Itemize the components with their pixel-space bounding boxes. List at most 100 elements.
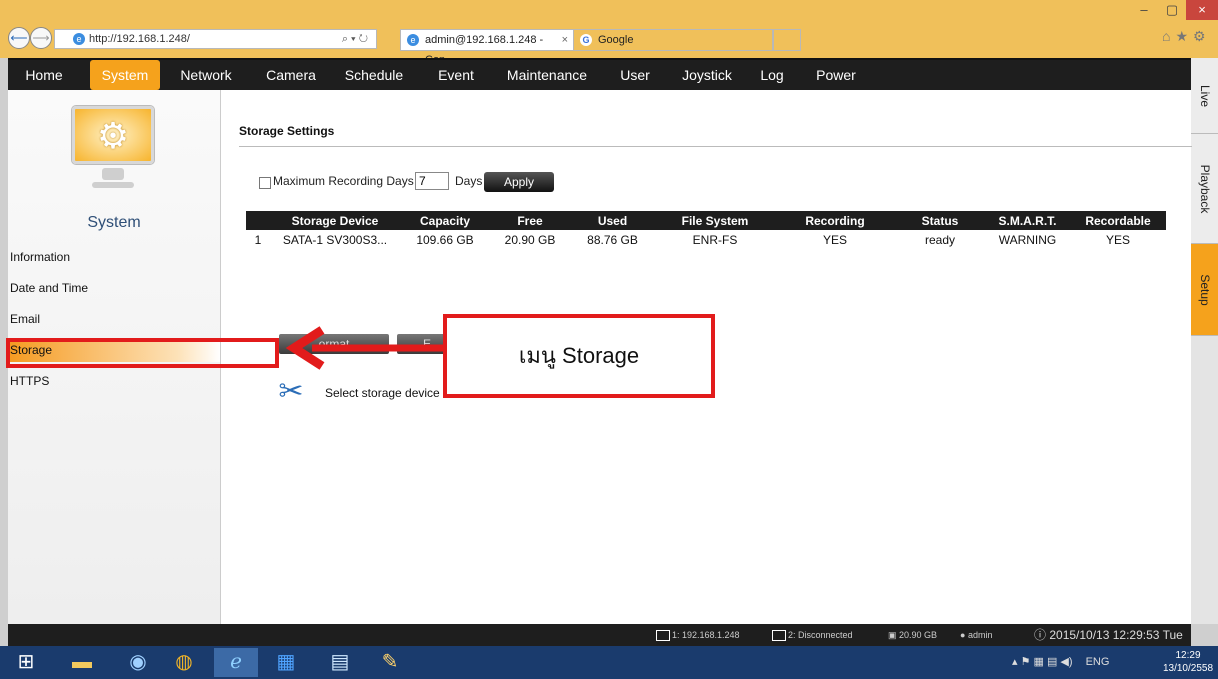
menu-item-email[interactable]: Email: [8, 307, 220, 331]
table-cell: ready: [924, 233, 956, 247]
nav-system[interactable]: System: [90, 60, 160, 90]
column-header: S.M.A.R.T.: [985, 211, 1070, 230]
top-navigation: Home System Network Camera Schedule Even…: [8, 58, 1191, 90]
section-divider: [239, 146, 1192, 147]
paint-app-icon[interactable]: ✎: [368, 648, 412, 677]
column-header: Used: [570, 211, 655, 230]
tab-google[interactable]: G Google: [573, 29, 773, 51]
nav-user[interactable]: User: [612, 60, 658, 90]
nav-network[interactable]: Network: [172, 60, 240, 90]
column-header: File System: [655, 211, 775, 230]
hint-text: Select storage device t: [325, 386, 447, 400]
close-window-button[interactable]: ×: [1186, 0, 1218, 20]
grid-app-icon[interactable]: ▦: [264, 648, 308, 677]
status-connection: 1: 192.168.1.248: [656, 624, 740, 646]
annotation-callout: เมนู Storage: [443, 314, 715, 398]
max-recording-days-label: Maximum Recording Days: [273, 174, 414, 188]
table-cell: ENR-FS: [692, 233, 738, 247]
status-user: ● admin: [960, 630, 993, 640]
ie-icon: e: [73, 33, 85, 45]
tab-playback[interactable]: Playback: [1191, 134, 1218, 244]
wrench-screwdriver-icon: ✂: [278, 375, 304, 408]
table-cell: 20.90 GB: [504, 233, 556, 247]
system-monitor-icon: ⚙: [72, 106, 154, 164]
forward-arrow-icon: ⟶: [32, 31, 50, 45]
monitor-stand: [102, 168, 124, 180]
section-title: Storage Settings: [239, 124, 335, 138]
menu-item-date-and-time[interactable]: Date and Time: [8, 276, 220, 300]
system-tray: ▴ ⚑ ▦ ▤ ◀) ENG: [1012, 646, 1109, 679]
storage-highlight-box: [6, 338, 279, 368]
side-title: System: [87, 214, 141, 231]
tab-admin-console[interactable]: e admin@192.168.1.248 - Con... ×: [400, 29, 574, 66]
nav-event[interactable]: Event: [430, 60, 482, 90]
windows-start-icon[interactable]: ⊞: [4, 648, 48, 677]
gear-icon[interactable]: ⚙: [1193, 28, 1211, 44]
nav-log[interactable]: Log: [754, 60, 790, 90]
column-header: Storage Device: [270, 211, 400, 230]
browser-title-strip: – ▢ ×: [0, 0, 1218, 20]
column-header: Free: [490, 211, 570, 230]
back-button[interactable]: ⟵: [8, 27, 30, 49]
ie-icon[interactable]: ℯ: [214, 648, 258, 677]
column-header: Recordable: [1070, 211, 1166, 230]
column-header: Recording: [775, 211, 895, 230]
column-header: [246, 211, 270, 230]
forward-button[interactable]: ⟶: [30, 27, 52, 49]
annotation-text: เมนู Storage: [518, 343, 640, 368]
table-cell: 109.66 GB: [416, 233, 474, 247]
nav-maintenance[interactable]: Maintenance: [496, 60, 598, 90]
home-icon[interactable]: ⌂: [1162, 28, 1175, 44]
close-tab-icon[interactable]: ×: [562, 30, 568, 50]
nav-power[interactable]: Power: [808, 60, 864, 90]
disk-icon: ▣: [888, 630, 900, 640]
status-datetime: ⓘ 2015/10/13 12:29:53 Tue: [1034, 628, 1183, 642]
picture-app-icon[interactable]: ▤: [318, 648, 362, 677]
apply-button[interactable]: Apply: [484, 172, 554, 192]
table-row[interactable]: 1 SATA-1 SV300S3... 109.66 GB 20.90 GB 8…: [246, 230, 1166, 250]
status-free-space: ▣ 20.90 GB: [888, 630, 938, 640]
storage-table: Storage Device Capacity Free Used File S…: [246, 211, 1166, 250]
star-icon[interactable]: ★: [1175, 28, 1193, 44]
clock-date: 13/10/2558: [1162, 663, 1214, 674]
nav-schedule[interactable]: Schedule: [338, 60, 410, 90]
minimize-button[interactable]: –: [1130, 0, 1158, 20]
table-cell: YES: [1105, 233, 1130, 247]
tab-setup[interactable]: Setup: [1191, 244, 1218, 336]
max-recording-days-checkbox[interactable]: [259, 177, 271, 189]
nav-home[interactable]: Home: [16, 60, 72, 90]
tray-language[interactable]: ENG: [1086, 656, 1110, 668]
days-unit-label: Days: [455, 174, 483, 188]
ie-icon: e: [407, 34, 419, 46]
file-explorer-icon[interactable]: ▬: [60, 648, 104, 677]
browser-toolbar: – ▢ × ⟵ ⟶ e http://192.168.1.248/ ⌕ ▾ ↻ …: [0, 0, 1218, 66]
address-bar[interactable]: e http://192.168.1.248/ ⌕ ▾ ↻: [54, 29, 377, 49]
maximize-button[interactable]: ▢: [1158, 0, 1186, 20]
chrome-icon[interactable]: ◍: [162, 648, 206, 677]
table-cell: YES: [822, 233, 847, 247]
menu-item-https[interactable]: HTTPS: [8, 369, 220, 393]
new-tab-button[interactable]: [773, 29, 801, 51]
search-app-icon[interactable]: ◉: [116, 648, 160, 677]
taskbar-clock[interactable]: 12:29 13/10/2558: [1160, 649, 1216, 675]
table-cell: 88.76 GB: [587, 233, 638, 247]
clock-time: 12:29: [1175, 650, 1201, 661]
nav-camera[interactable]: Camera: [260, 60, 322, 90]
max-recording-days-input[interactable]: [415, 172, 449, 190]
browser-icons[interactable]: ⌂★⚙: [1162, 28, 1211, 45]
google-icon: G: [580, 34, 592, 46]
tab-label: Google: [598, 34, 634, 46]
table-header-row: Storage Device Capacity Free Used File S…: [246, 211, 1166, 230]
menu-item-information[interactable]: Information: [8, 245, 220, 269]
info-icon: ⓘ: [1034, 628, 1050, 642]
nav-joystick[interactable]: Joystick: [672, 60, 742, 90]
address-tools[interactable]: ⌕ ▾ ↻: [342, 30, 368, 48]
taskbar: ⊞ ▬ ◉ ◍ ℯ ▦ ▤ ✎ ▴ ⚑ ▦ ▤ ◀) ENG 12:29 13/…: [0, 646, 1218, 679]
side-tabs: Live Playback Setup: [1191, 58, 1218, 624]
column-header: Status: [895, 211, 985, 230]
tray-icons[interactable]: ▴ ⚑ ▦ ▤ ◀): [1012, 656, 1073, 668]
gear-icon: ⚙: [96, 115, 130, 156]
address-url: http://192.168.1.248/: [89, 33, 190, 45]
user-icon: ●: [960, 630, 968, 640]
tab-live[interactable]: Live: [1191, 58, 1218, 134]
